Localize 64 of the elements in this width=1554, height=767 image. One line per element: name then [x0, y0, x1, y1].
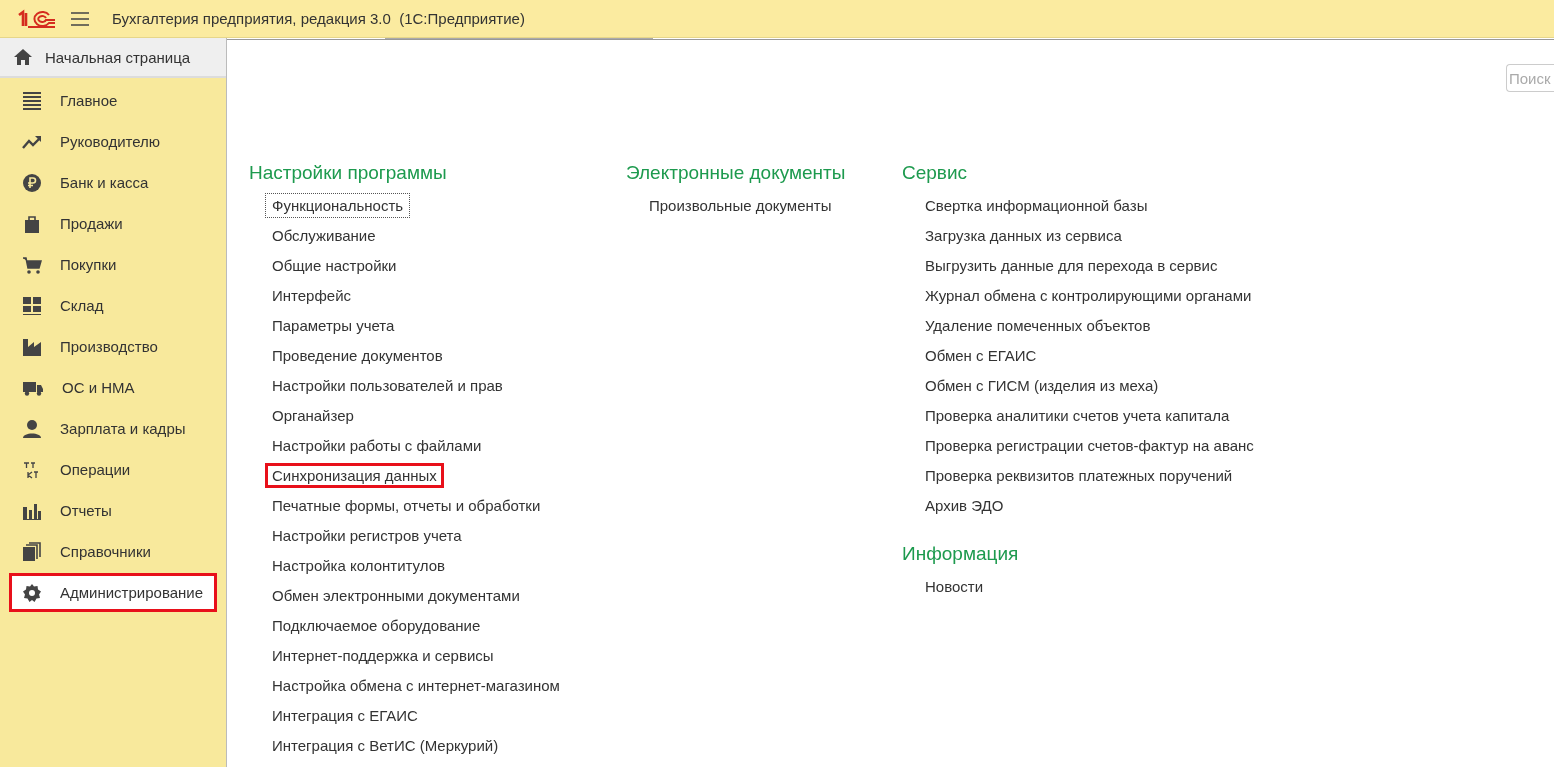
- settings-link[interactable]: Интерфейс: [265, 282, 358, 308]
- settings-link[interactable]: Выгрузить данные для перехода в сервис: [918, 252, 1225, 278]
- settings-link[interactable]: Печатные формы, отчеты и обработки: [265, 492, 548, 518]
- settings-link[interactable]: Обмен с ГИСМ (изделия из меха): [918, 372, 1166, 398]
- cart-icon: [22, 254, 42, 275]
- settings-link[interactable]: Параметры учета: [265, 312, 402, 338]
- sidebar-item[interactable]: Банк и касса: [9, 163, 217, 202]
- settings-link[interactable]: Новости: [918, 573, 991, 599]
- sidebar-item[interactable]: Склад: [9, 286, 217, 325]
- settings-link[interactable]: Настройки работы с файлами: [265, 432, 489, 458]
- settings-link[interactable]: Подключаемое оборудование: [265, 612, 488, 638]
- window-title: Бухгалтерия предприятия, редакция 3.0 (1С:Предприятие): [112, 10, 525, 27]
- sidebar-item[interactable]: Отчеты: [9, 491, 217, 530]
- settings-link[interactable]: Свертка информационной базы: [918, 192, 1155, 218]
- sidebar-item[interactable]: Зарплата и кадры: [9, 409, 217, 448]
- search-field[interactable]: Поиск: [1506, 64, 1554, 92]
- menu-icon[interactable]: [70, 10, 90, 27]
- settings-link[interactable]: Настройка колонтитулов: [265, 552, 452, 578]
- settings-link[interactable]: Обслуживание: [265, 222, 383, 248]
- settings-link[interactable]: Загрузка данных из сервиса: [918, 222, 1129, 248]
- factory-icon: [22, 336, 42, 357]
- settings-link[interactable]: Архив ЭДО: [918, 492, 1011, 518]
- settings-link[interactable]: Проведение документов: [265, 342, 450, 368]
- settings-link[interactable]: Настройки регистров учета: [265, 522, 469, 548]
- ruble-coin-icon: [22, 172, 42, 193]
- home-icon: [13, 48, 33, 66]
- settings-link[interactable]: Настройки пользователей и прав: [265, 372, 510, 398]
- person-icon: [22, 418, 42, 439]
- settings-link[interactable]: Интернет-поддержка и сервисы: [265, 642, 501, 668]
- sidebar-item[interactable]: Производство: [9, 327, 217, 366]
- home-tab[interactable]: Начальная страница: [0, 38, 226, 78]
- settings-link[interactable]: Интеграция с ЕГАИС: [265, 702, 425, 728]
- sidebar-item[interactable]: Администрирование: [9, 573, 217, 612]
- sidebar-item[interactable]: Продажи: [9, 204, 217, 243]
- sidebar-item[interactable]: ОС и НМА: [9, 368, 217, 407]
- section-heading: Электронные документы: [626, 162, 847, 184]
- settings-link[interactable]: Проверка регистрации счетов-фактур на аванс: [918, 432, 1261, 458]
- settings-link[interactable]: Проверка аналитики счетов учета капитала: [918, 402, 1237, 428]
- settings-link[interactable]: Функциональность: [265, 192, 411, 218]
- section-heading: Сервис: [902, 162, 969, 184]
- books-icon: [22, 541, 42, 562]
- settings-link[interactable]: Настройка обмена с интернет-магазином: [265, 672, 567, 698]
- settings-link[interactable]: Органайзер: [265, 402, 361, 428]
- settings-icon: [22, 582, 42, 603]
- settings-link[interactable]: Общие настройки: [265, 252, 404, 278]
- sidebar-item[interactable]: Справочники: [9, 532, 217, 571]
- grid-icon: [22, 295, 42, 316]
- settings-link[interactable]: Интеграция с ВетИС (Меркурий): [265, 732, 506, 758]
- section-heading: Настройки программы: [249, 162, 448, 184]
- shopping-bag-icon: [22, 213, 42, 234]
- settings-link[interactable]: Журнал обмена с контролирующими органами: [918, 282, 1259, 308]
- settings-link[interactable]: Произвольные документы: [642, 192, 839, 218]
- settings-link[interactable]: Удаление помеченных объектов: [918, 312, 1158, 338]
- settings-link[interactable]: Обмен с ЕГАИС: [918, 342, 1044, 368]
- settings-link[interactable]: Проверка реквизитов платежных поручений: [918, 462, 1240, 488]
- sidebar-item[interactable]: Покупки: [9, 245, 217, 284]
- logo-icon: [16, 8, 56, 29]
- settings-link[interactable]: Синхронизация данных: [265, 462, 444, 488]
- sidebar-item[interactable]: Руководителю: [9, 122, 217, 161]
- sidebar-item[interactable]: Операции: [9, 450, 217, 489]
- list-icon: [22, 90, 42, 111]
- section-heading: Информация: [902, 543, 1020, 565]
- sidebar-item[interactable]: Главное: [9, 81, 217, 120]
- settings-link[interactable]: Обмен электронными документами: [265, 582, 527, 608]
